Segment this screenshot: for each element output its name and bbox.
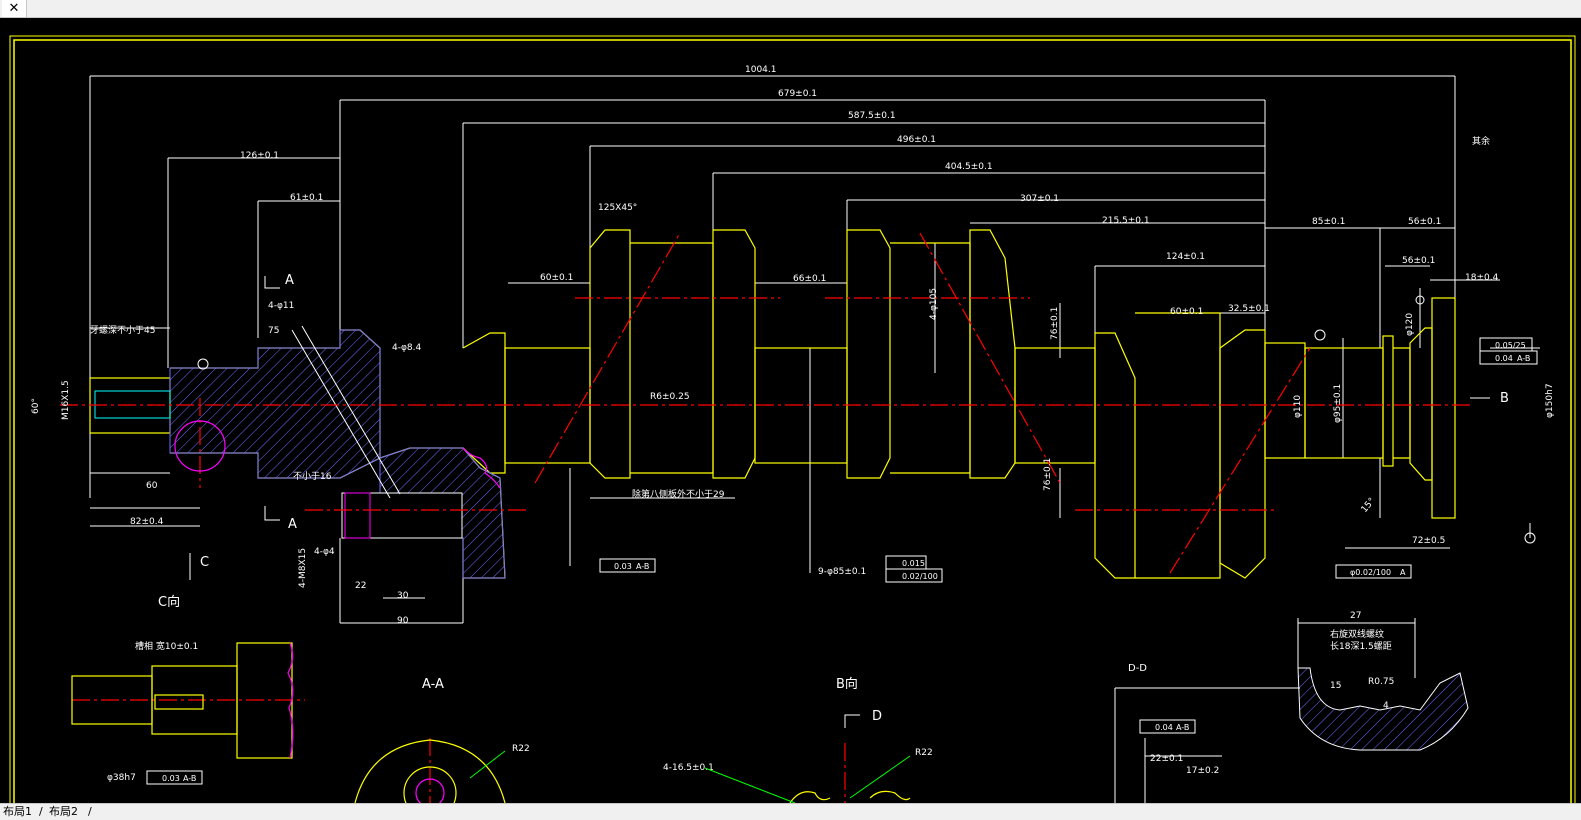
dim-holes-4: 4-φ4 <box>314 547 335 557</box>
dim-82: 82±0.4 <box>130 517 164 527</box>
close-icon[interactable]: ✕ <box>2 0 27 17</box>
dim-r22b: R22 <box>915 748 933 758</box>
dim-side-note: 除第八侧板外不小于29 <box>632 488 725 500</box>
dim-27: 27 <box>1350 611 1361 621</box>
layout-tab-2[interactable]: 布局2 <box>46 804 81 820</box>
tol-runout-right-value: 0.04 <box>1495 354 1513 363</box>
dim-18: 18±0.4 <box>1465 273 1499 283</box>
tol-runout-d-datum: A-B <box>1176 723 1189 732</box>
note-other: 其余 <box>1472 135 1490 147</box>
dim-r6: R6±0.25 <box>650 392 690 402</box>
dim-66: 66±0.1 <box>793 274 826 284</box>
view-c-label: C向 <box>158 594 180 610</box>
tol-circularity: 0.015 <box>902 559 925 568</box>
dim-r075: R0.75 <box>1368 677 1394 687</box>
dim-75: 75 <box>268 326 279 336</box>
dim-72: 72±0.5 <box>1412 536 1445 546</box>
dim-215: 215.5±0.1 <box>1102 216 1150 226</box>
section-a-top: A <box>285 273 294 288</box>
view-b-letter: B <box>1500 391 1509 406</box>
dim-150: φ150h7 <box>1545 383 1555 418</box>
dim-holes-84: 4-φ8.4 <box>392 343 421 353</box>
section-dd-label: D-D <box>1128 663 1147 674</box>
tol-runout-left-datum: A-B <box>183 774 196 783</box>
thread-note-2: 长18深1.5螺距 <box>1330 640 1392 652</box>
dim-85: 85±0.1 <box>1312 217 1345 227</box>
dim-r22a: R22 <box>512 744 530 754</box>
dim-76b: 76±0.1 <box>1043 458 1053 491</box>
dim-60a: 60±0.1 <box>540 273 573 283</box>
dim-95: φ95±0.1 <box>1333 384 1343 423</box>
dim-thread: 4-M8X15 <box>298 548 308 588</box>
dim-56b: 56±0.1 <box>1402 256 1435 266</box>
dim-overall: 1004.1 <box>745 65 777 75</box>
dim-124: 124±0.1 <box>1166 252 1205 262</box>
tol-flatness: 0.05/25 <box>1495 341 1526 350</box>
dim-38: φ38h7 <box>107 773 136 783</box>
leader-lines <box>469 750 911 803</box>
dim-thread-depth: 牙螺深不小于45 <box>90 325 155 336</box>
tol-concentric-datum: A <box>1400 568 1406 577</box>
dim-15deg: 15° <box>1360 496 1378 515</box>
tol-runout-left-value: 0.03 <box>162 774 180 783</box>
dim-60b: 60±0.1 <box>1170 307 1203 317</box>
dim-60deg: 60° <box>31 398 41 414</box>
view-d-letter: D <box>872 709 882 724</box>
dim-17: 17±0.2 <box>1186 766 1219 776</box>
section-aa-label: A-A <box>422 677 444 692</box>
view-b-detail <box>789 790 911 803</box>
dim-chamfer: 125X45° <box>598 203 637 213</box>
tol-runout-datum: A-B <box>636 562 649 571</box>
layout-tab-1[interactable]: 布局1 <box>0 804 35 820</box>
centerlines <box>60 232 1470 803</box>
dim-22: 22 <box>355 581 366 591</box>
tol-runout-value: 0.03 <box>614 562 632 571</box>
dim-90: 90 <box>397 616 409 626</box>
dim-journals: 9-φ85±0.1 <box>818 567 866 577</box>
view-b-label: B向 <box>836 676 858 692</box>
dim-404: 404.5±0.1 <box>945 162 993 172</box>
dim-m16: M16X1.5 <box>61 380 71 420</box>
tol-runout-d-value: 0.04 <box>1155 723 1173 732</box>
tol-parallel: 0.02/100 <box>902 572 938 581</box>
layout-tab-bar: 布局1 / 布局2 / <box>0 803 1581 820</box>
window-title-bar: ✕ <box>0 0 1581 18</box>
section-a-bottom: A <box>288 517 297 532</box>
hatched-section <box>169 329 506 579</box>
dim-15b: 15 <box>1330 681 1341 691</box>
dim-61: 61±0.1 <box>290 193 323 203</box>
dim-587: 587.5±0.1 <box>848 111 896 121</box>
dim-d105: 4-φ105 <box>929 288 939 320</box>
dim-60c: 60 <box>146 481 158 491</box>
dim-496: 496±0.1 <box>897 135 936 145</box>
dim-holes-11: 4-φ11 <box>268 301 294 311</box>
dim-307: 307±0.1 <box>1020 194 1059 204</box>
dim-groove: 槽相 宽10±0.1 <box>135 640 198 652</box>
section-dd-view <box>1114 687 1300 803</box>
tab-separator: / <box>88 805 92 818</box>
dim-120: φ120 <box>1405 313 1415 336</box>
tol-runout-right-datum: A-B <box>1517 354 1530 363</box>
drawing-canvas[interactable]: 1004.1 679±0.1 587.5±0.1 496±0.1 404.5±0… <box>0 18 1581 803</box>
dim-679: 679±0.1 <box>778 89 817 99</box>
dim-30: 30 <box>397 591 409 601</box>
dim-126: 126±0.1 <box>240 151 279 161</box>
pin-hole <box>341 492 463 539</box>
view-c-letter: C <box>200 555 209 570</box>
cad-drawing: 1004.1 679±0.1 587.5±0.1 496±0.1 404.5±0… <box>9 35 1576 803</box>
tol-concentric-value: φ0.02/100 <box>1350 568 1391 577</box>
dim-110: φ110 <box>1293 395 1303 418</box>
tab-separator: / <box>39 805 43 818</box>
dim-56a: 56±0.1 <box>1408 217 1441 227</box>
thread-note-1: 右旋双线螺纹 <box>1330 628 1384 640</box>
dim-76a: 76±0.1 <box>1050 307 1060 340</box>
dim-not-less-16: 不小于16 <box>293 471 332 482</box>
dim-32: 32.5±0.1 <box>1228 304 1270 314</box>
